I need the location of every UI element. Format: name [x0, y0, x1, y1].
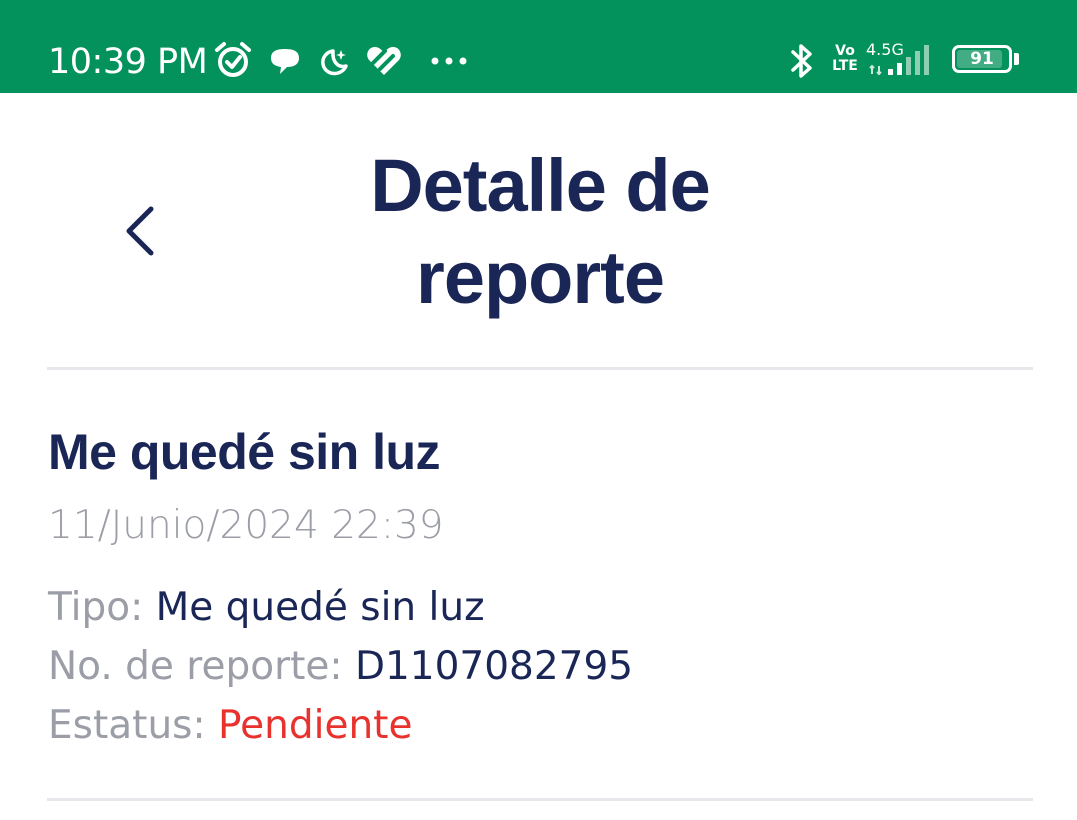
heart-icon [365, 44, 403, 78]
field-label: No. de reporte: [48, 644, 343, 689]
battery-tip [1014, 53, 1019, 65]
alarm-icon [213, 41, 253, 79]
divider-top [47, 367, 1033, 370]
status-time: 10:39 PM [48, 42, 208, 82]
page-title-line1: Detalle de [370, 144, 711, 227]
back-button[interactable] [112, 196, 172, 266]
page-title: Detalle de reporte [300, 140, 780, 324]
report-title: Me quedé sin luz [48, 424, 441, 480]
field-value: Me quedé sin luz [155, 585, 485, 630]
status-bar: 10:39 PM Vo LTE 4.5G 91 [0, 0, 1077, 93]
field-value: D1107082795 [354, 644, 634, 689]
battery-icon: 91 [952, 45, 1012, 73]
signal-icon [868, 44, 940, 76]
network-type: Vo LTE [832, 43, 858, 74]
battery-level: 91 [970, 49, 994, 69]
moon-icon [317, 46, 351, 78]
field-tipo: Tipo: Me quedé sin luz [48, 584, 485, 632]
bluetooth-icon [787, 41, 817, 81]
report-date: 11/Junio/2024 22:39 [48, 503, 444, 548]
chevron-left-icon [126, 206, 154, 256]
divider-bottom [47, 798, 1033, 801]
more-dots-icon [430, 56, 468, 66]
status-value: Pendiente [218, 703, 413, 748]
page-title-line2: reporte [416, 236, 665, 319]
field-label: Estatus: [48, 703, 206, 748]
field-estatus: Estatus: Pendiente [48, 702, 412, 750]
field-numero-reporte: No. de reporte: D1107082795 [48, 643, 633, 691]
field-label: Tipo: [48, 585, 144, 630]
chat-bubble-icon [268, 46, 302, 78]
